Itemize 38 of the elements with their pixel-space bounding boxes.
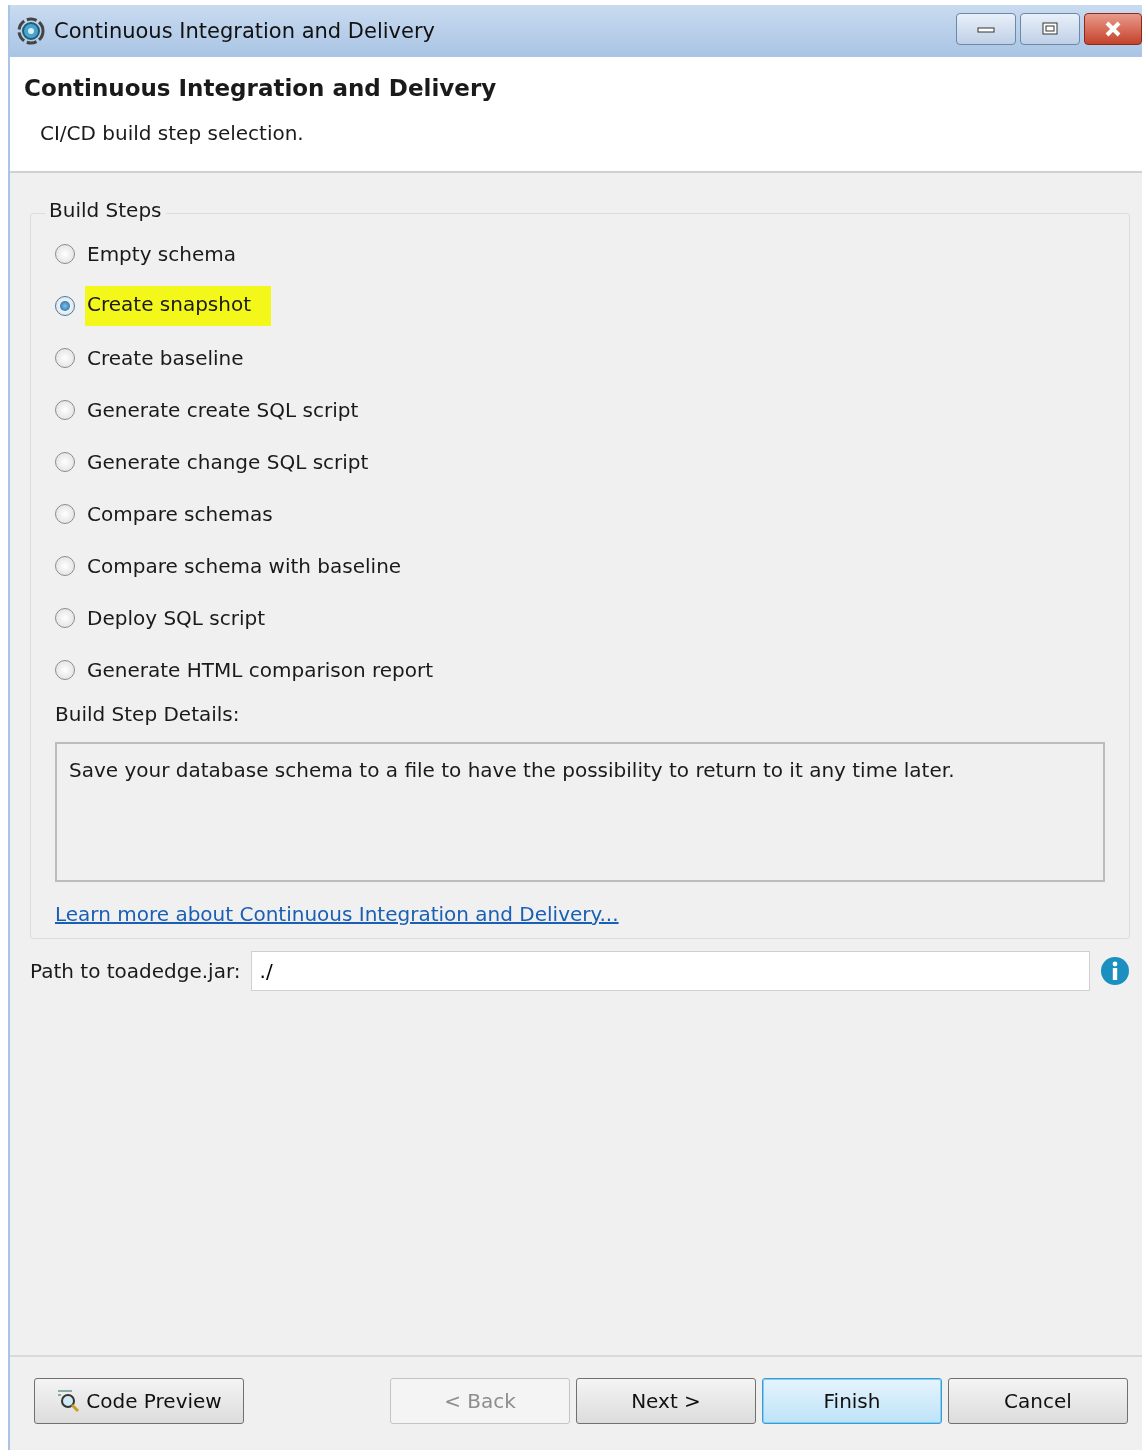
option-label[interactable]: Compare schema with baseline — [85, 550, 404, 582]
code-preview-button[interactable]: Code Preview — [34, 1378, 244, 1424]
option-label[interactable]: Create baseline — [85, 342, 246, 374]
dialog-button[interactable]: Cancel — [948, 1378, 1128, 1424]
option-label[interactable]: Deploy SQL script — [85, 602, 268, 634]
option-label[interactable]: Compare schemas — [85, 498, 275, 530]
page-title: Continuous Integration and Delivery — [24, 75, 498, 101]
radio-button[interactable] — [55, 452, 75, 472]
window-title: Continuous Integration and Delivery — [54, 19, 436, 43]
radio-button[interactable] — [55, 608, 75, 628]
option-label[interactable]: Generate HTML comparison report — [85, 654, 435, 686]
page-description: CI/CD build step selection. — [40, 121, 305, 145]
gear-icon — [16, 16, 46, 46]
dialog-button[interactable]: Finish — [762, 1378, 942, 1424]
radio-button[interactable] — [55, 400, 75, 420]
option-label[interactable]: Empty schema — [85, 238, 238, 270]
learn-more-link[interactable]: Learn more about Continuous Integration and Delivery... — [55, 902, 619, 926]
radio-button[interactable] — [55, 348, 75, 368]
radio-button[interactable] — [55, 504, 75, 524]
radio-button[interactable] — [55, 556, 75, 576]
path-input[interactable]: ./ — [250, 951, 1090, 991]
option-label[interactable]: Generate change SQL script — [85, 446, 371, 478]
maximize-button[interactable] — [1020, 13, 1080, 45]
details-label: Build Step Details: — [55, 702, 241, 728]
radio-button[interactable] — [55, 296, 75, 316]
path-label: Path to toadedge.jar: — [30, 959, 241, 983]
info-icon — [1100, 956, 1130, 986]
radio-button[interactable] — [55, 244, 75, 264]
details-text: Save your database schema to a file to have the possibility to return to it any time later. — [69, 758, 955, 782]
minimize-button[interactable] — [956, 13, 1016, 45]
minimize-icon — [976, 24, 996, 34]
option-label[interactable]: Generate create SQL script — [85, 394, 361, 426]
option-label[interactable]: Create snapshot — [85, 286, 272, 326]
close-button[interactable] — [1084, 13, 1142, 45]
radio-button[interactable] — [55, 660, 75, 680]
dialog-button[interactable]: Next > — [576, 1378, 756, 1424]
maximize-icon — [1040, 21, 1060, 37]
close-icon — [1103, 21, 1123, 37]
